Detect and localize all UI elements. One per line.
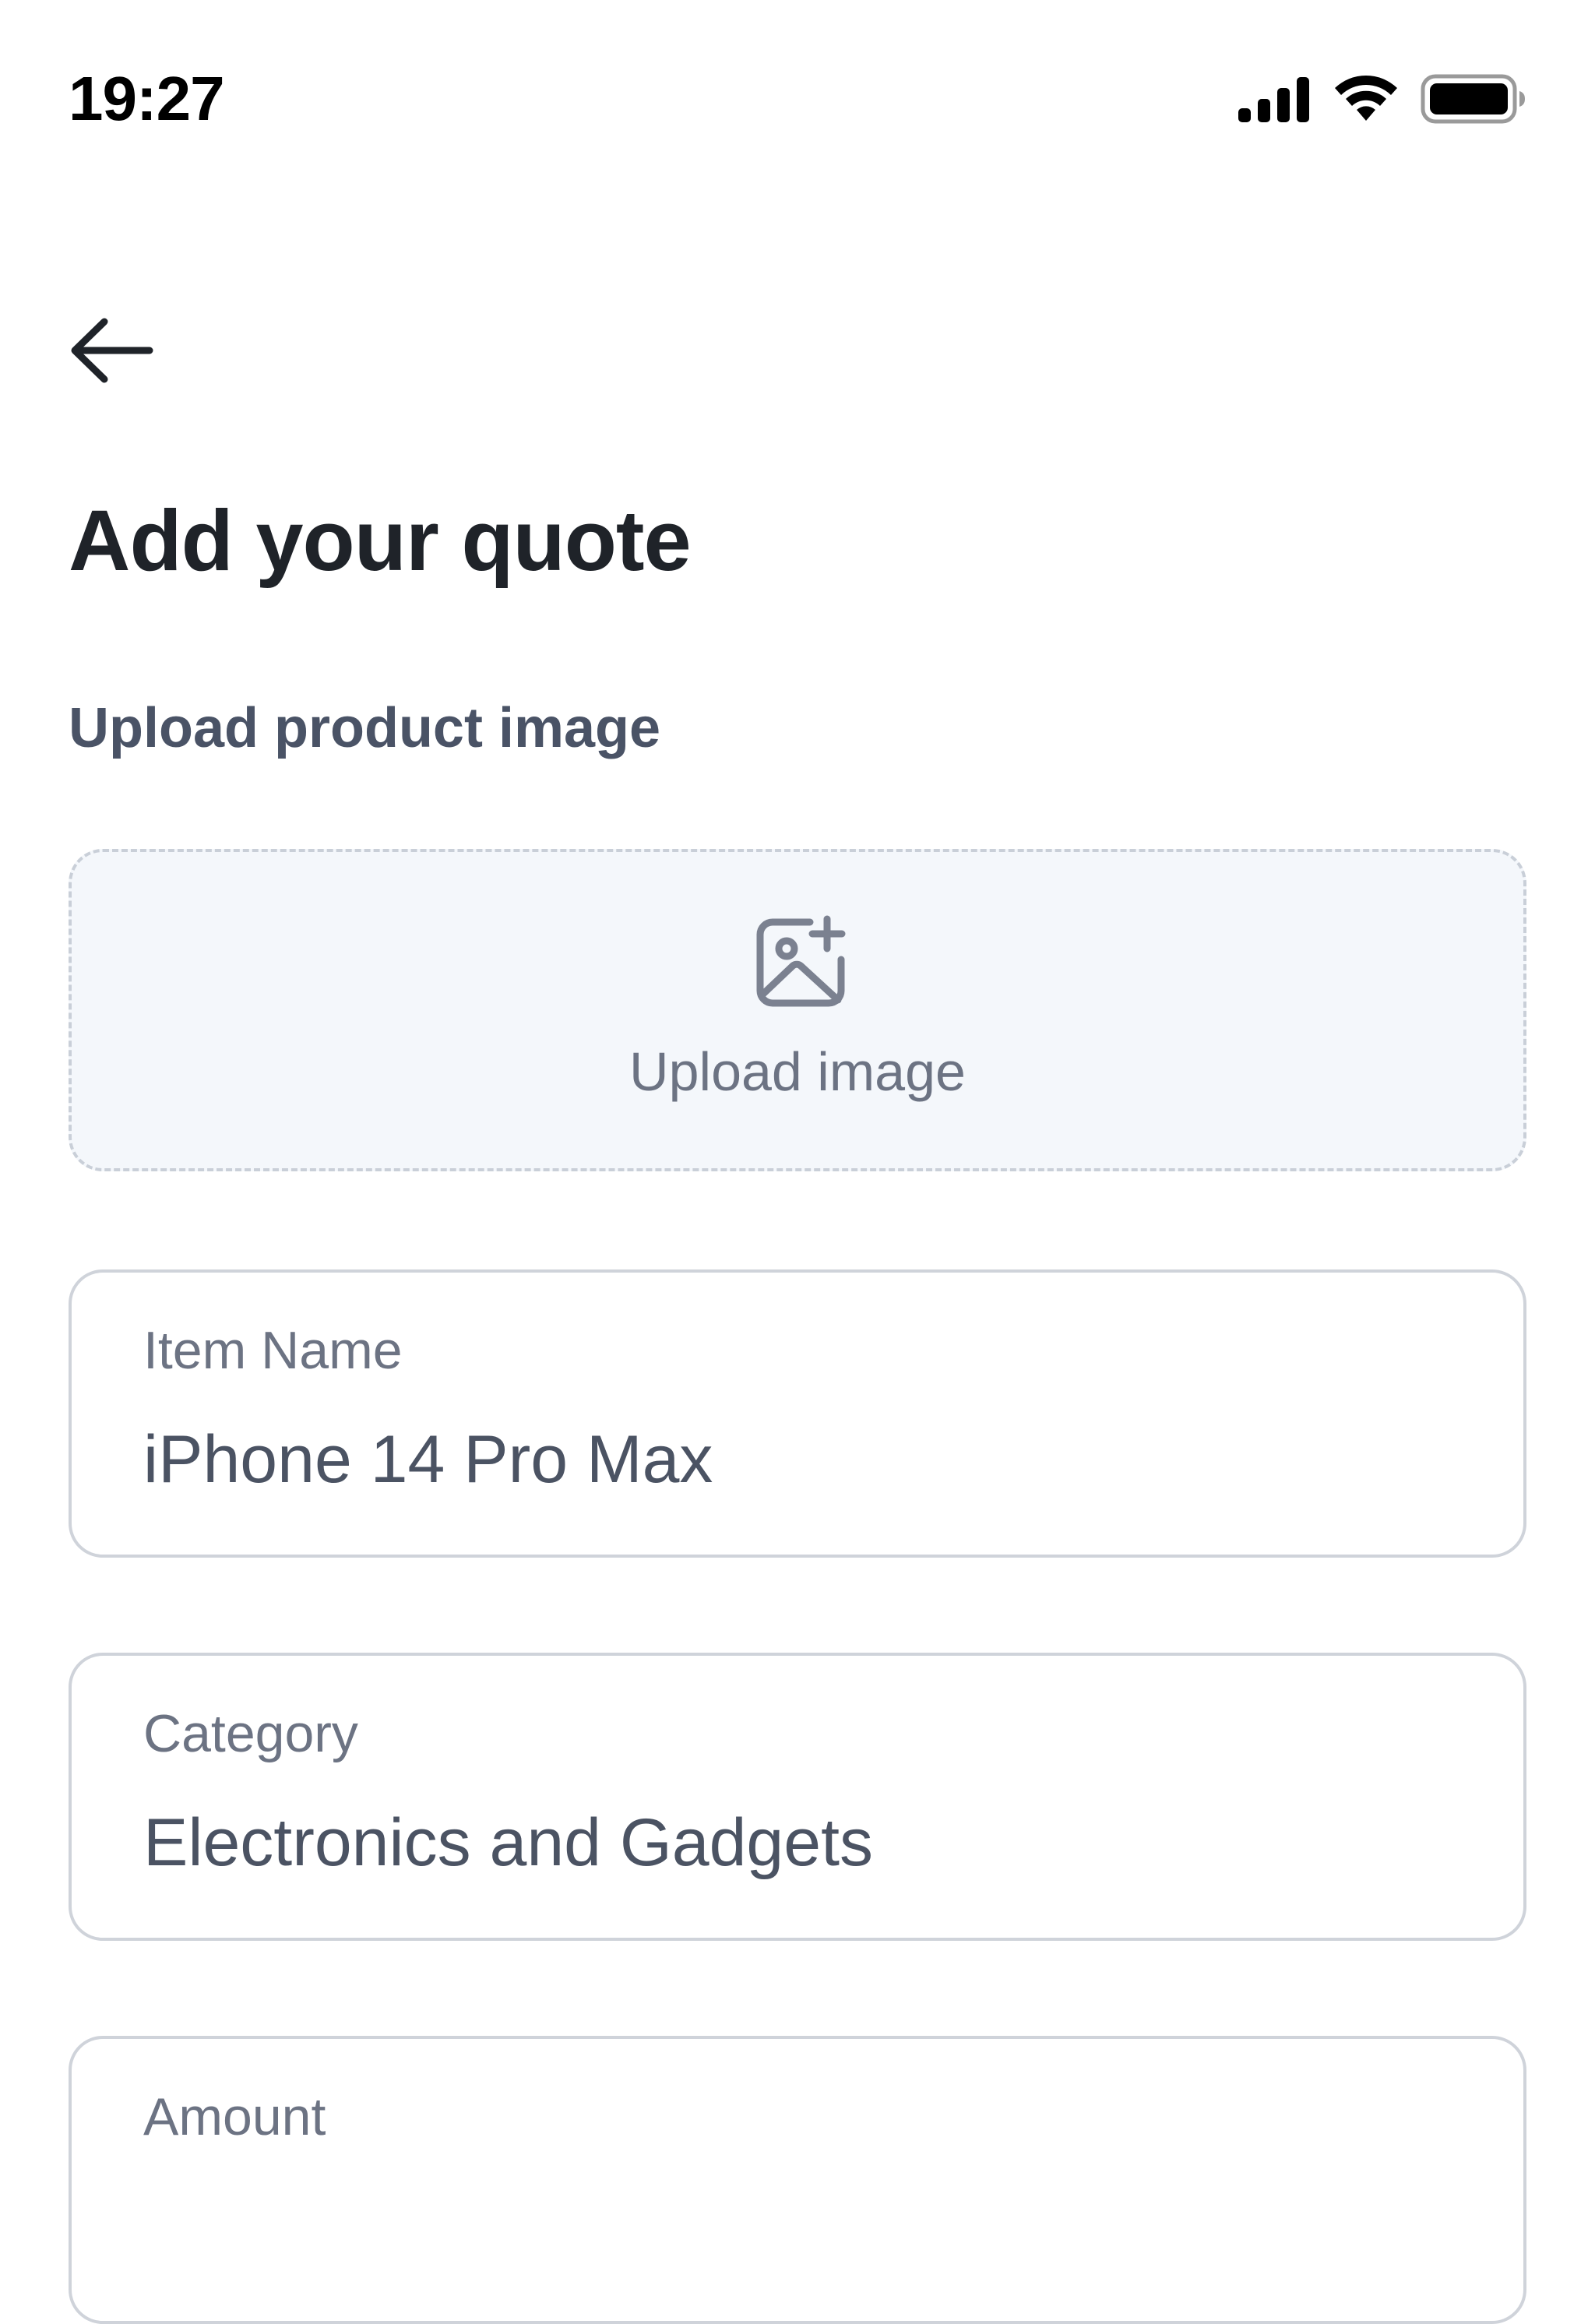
amount-field[interactable]: Amount — [69, 2036, 1526, 2324]
battery-icon — [1421, 74, 1525, 124]
status-icons — [1237, 72, 1526, 126]
upload-image-label: Upload image — [629, 1041, 966, 1102]
page-title: Add your quote — [69, 493, 692, 589]
arrow-left-icon — [71, 318, 153, 383]
wifi-icon — [1335, 76, 1397, 121]
category-value[interactable]: Electronics and Gadgets — [143, 1804, 873, 1882]
image-plus-icon — [756, 915, 846, 1007]
item-name-label: Item Name — [143, 1321, 403, 1380]
upload-section-label: Upload product image — [69, 697, 661, 759]
category-label: Category — [143, 1704, 358, 1763]
signal-icon — [1238, 77, 1309, 122]
status-time: 19:27 — [69, 64, 225, 133]
back-button[interactable] — [69, 312, 170, 389]
item-name-field[interactable]: Item Name iPhone 14 Pro Max — [69, 1269, 1526, 1558]
item-name-value[interactable]: iPhone 14 Pro Max — [143, 1421, 713, 1498]
upload-image-dropzone[interactable]: Upload image — [69, 849, 1526, 1171]
category-field[interactable]: Category Electronics and Gadgets — [69, 1653, 1526, 1941]
amount-label: Amount — [143, 2087, 326, 2146]
status-bar: 19:27 — [0, 0, 1595, 195]
